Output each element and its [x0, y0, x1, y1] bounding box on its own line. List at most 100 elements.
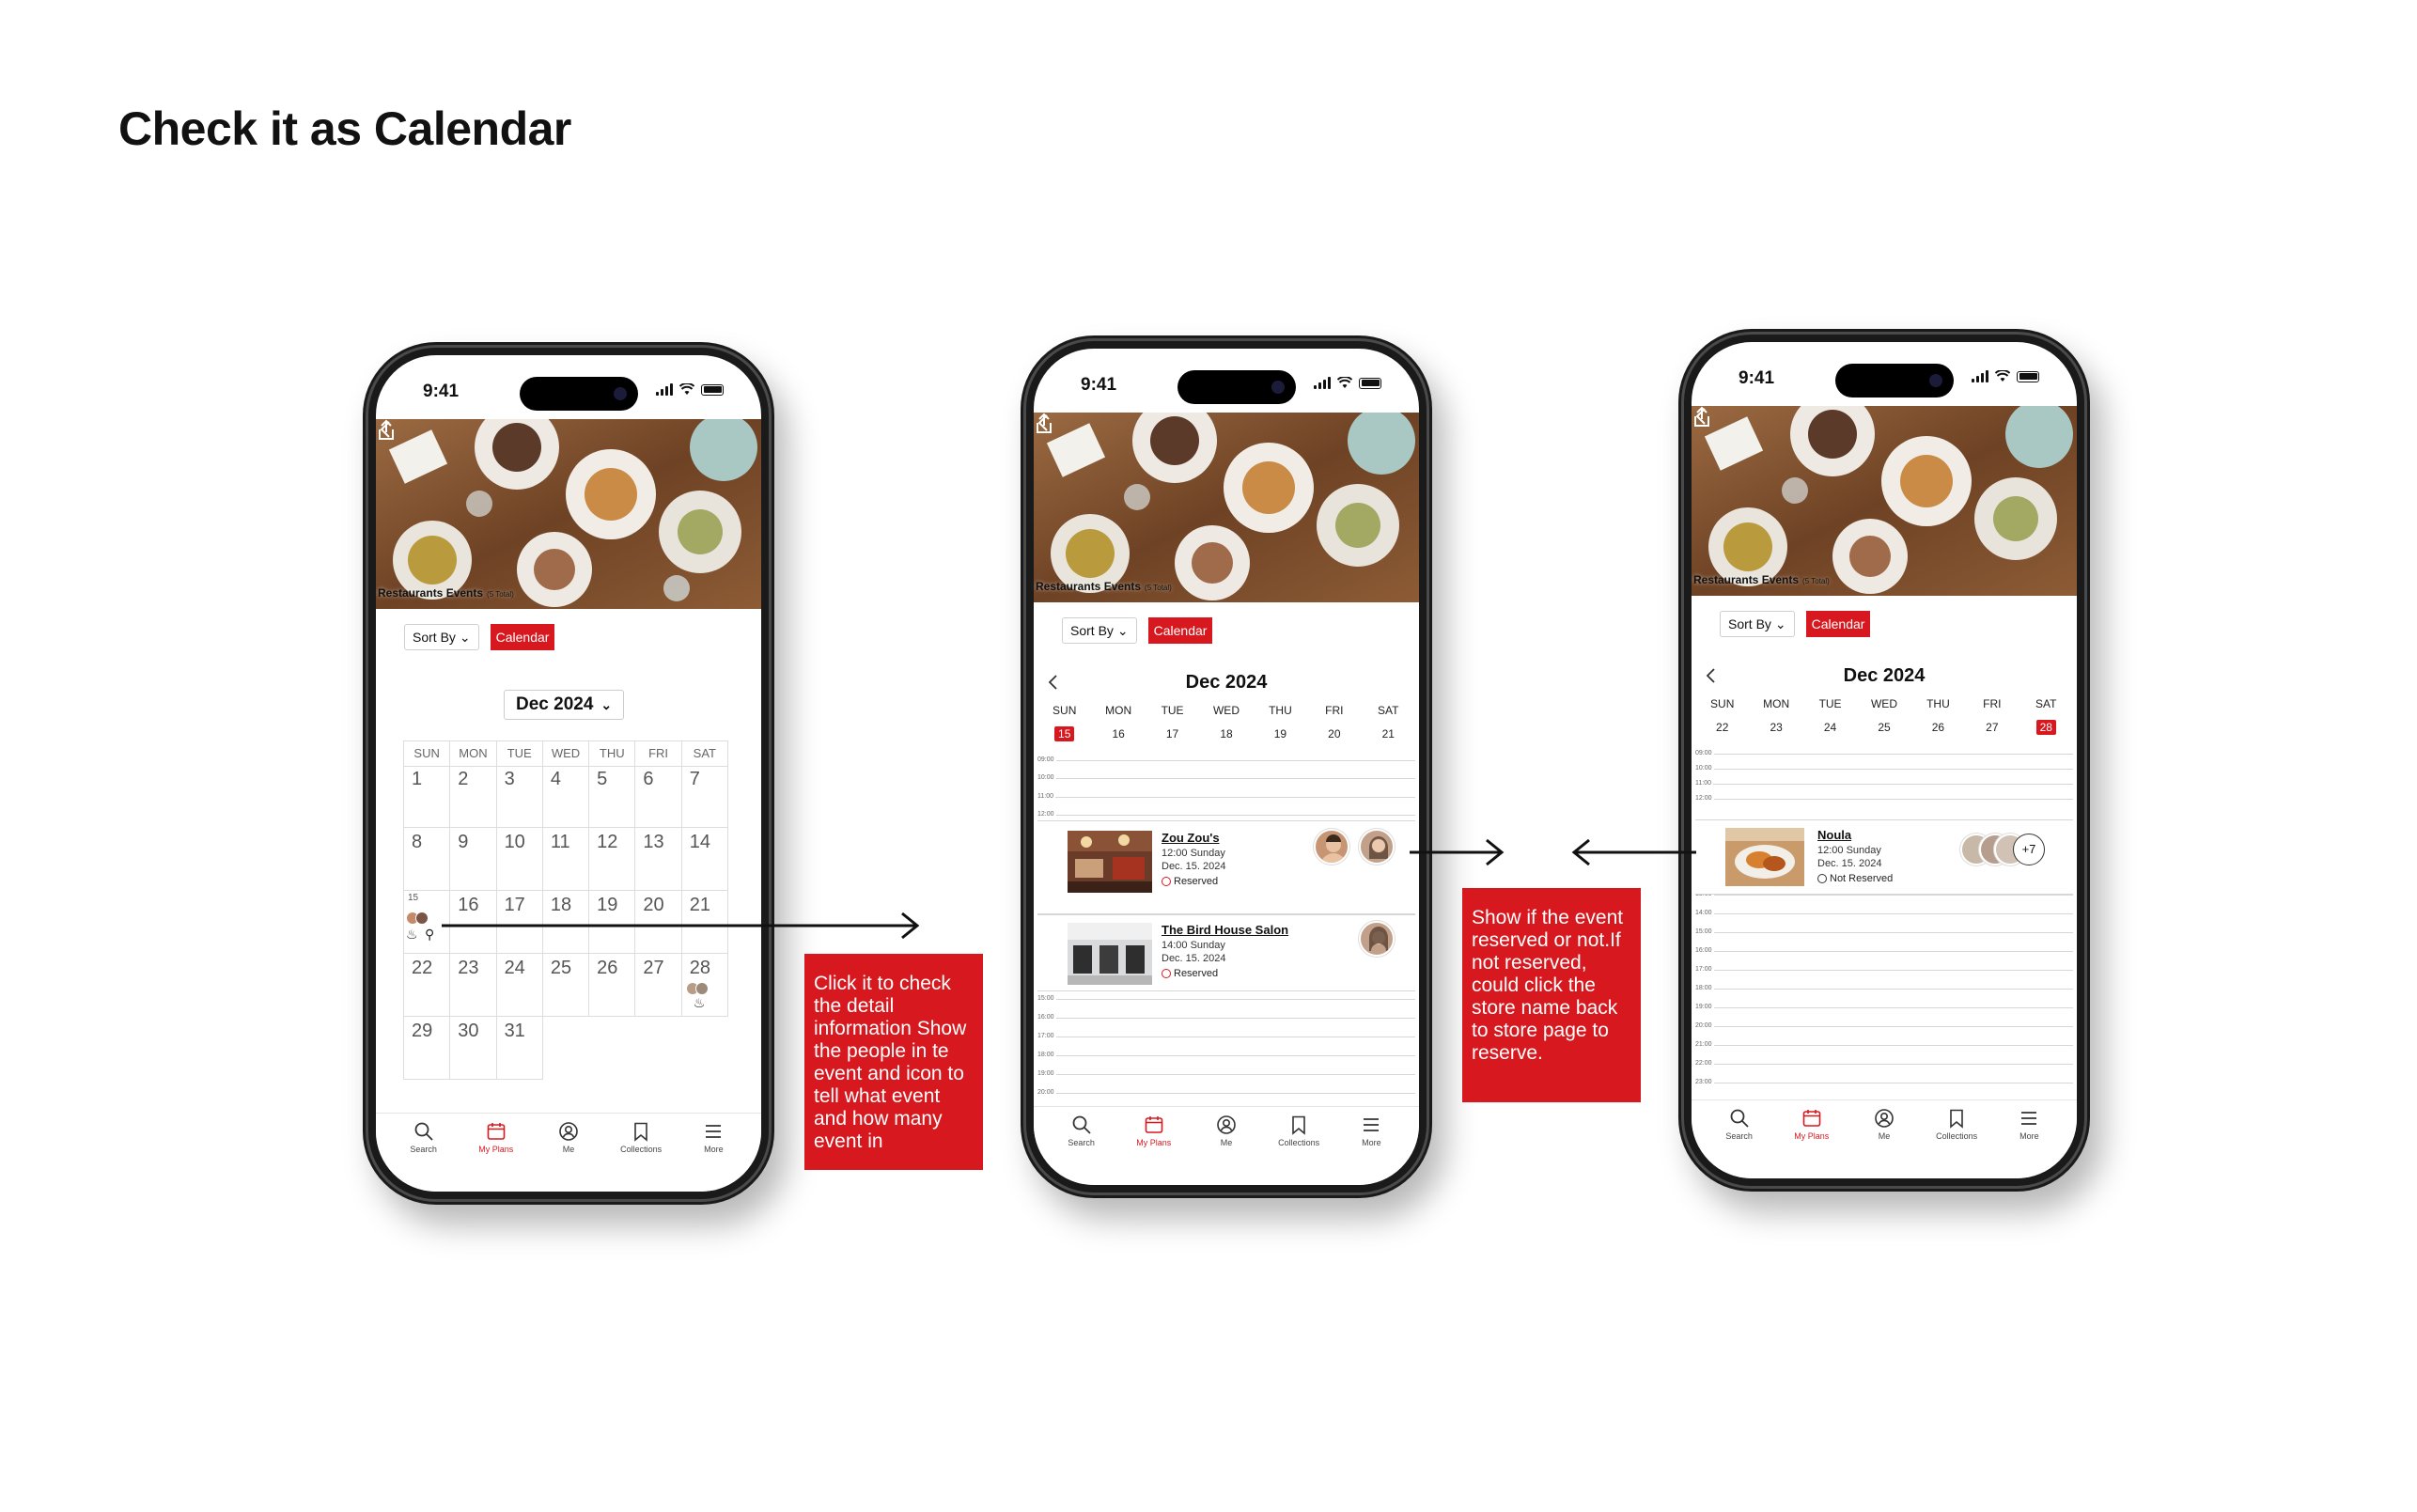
- day-cell[interactable]: 8: [404, 828, 451, 891]
- day-cell[interactable]: 11: [542, 828, 590, 891]
- date-cell[interactable]: 28: [2019, 720, 2073, 735]
- date-cell[interactable]: 24: [1803, 721, 1857, 734]
- event-time: 12:00 Sunday: [1817, 845, 1881, 856]
- date-cell[interactable]: 15: [1037, 726, 1091, 741]
- day-cell[interactable]: 1: [404, 765, 451, 828]
- tab-my-plans[interactable]: My Plans: [1126, 1115, 1182, 1185]
- day-cell[interactable]: 19: [589, 891, 636, 954]
- sort-by-button[interactable]: Sort By ⌄: [1062, 617, 1137, 644]
- calendar-button[interactable]: Calendar: [1805, 611, 1871, 637]
- day-cell[interactable]: 26: [589, 954, 636, 1017]
- tab-search[interactable]: Search: [1711, 1108, 1768, 1178]
- tab-label: Search: [410, 1145, 437, 1154]
- day-cell[interactable]: 29: [404, 1017, 451, 1080]
- day-cell[interactable]: 17: [496, 891, 543, 954]
- date-cell[interactable]: 16: [1091, 727, 1145, 740]
- tab-label: Me: [1220, 1138, 1233, 1147]
- day-cell[interactable]: 2: [450, 765, 497, 828]
- more-attendees-badge[interactable]: +7: [2013, 834, 2045, 865]
- event-card[interactable]: Zou Zou's 12:00 Sunday Dec. 15. 2024 Res…: [1037, 820, 1415, 914]
- day-cell[interactable]: 20: [635, 891, 682, 954]
- day-cell[interactable]: 22: [404, 954, 451, 1017]
- event-name[interactable]: The Bird House Salon: [1162, 923, 1288, 937]
- day-cell[interactable]: 7: [681, 765, 728, 828]
- month-select[interactable]: Dec 2024 ⌄: [504, 690, 625, 720]
- tab-collections[interactable]: Collections: [613, 1121, 669, 1192]
- day-cell-with-events[interactable]: 15 ♨ ⚲: [404, 891, 451, 954]
- event-card[interactable]: The Bird House Salon 14:00 Sunday Dec. 1…: [1037, 914, 1415, 991]
- date-cell[interactable]: 25: [1857, 721, 1910, 734]
- hour-label: 10:00: [1695, 765, 1714, 772]
- event-name[interactable]: Noula: [1817, 828, 1851, 842]
- day-cell[interactable]: 3: [496, 765, 543, 828]
- hour-label: 16:00: [1695, 947, 1714, 954]
- date-cell[interactable]: 23: [1749, 721, 1802, 734]
- tab-label: Me: [562, 1145, 575, 1154]
- day-cell-with-events[interactable]: 28 ♨: [681, 954, 728, 1017]
- day-cell[interactable]: 4: [542, 765, 590, 828]
- weekday: SAT: [681, 741, 728, 767]
- tab-my-plans[interactable]: My Plans: [1784, 1108, 1840, 1178]
- hour-line: 17:00: [1695, 966, 2073, 973]
- date-cell[interactable]: 17: [1146, 727, 1199, 740]
- design-board: Check it as Calendar 9:41 Restaurants Ev…: [0, 0, 2417, 1512]
- day-cell[interactable]: 9: [450, 828, 497, 891]
- date-cell[interactable]: 18: [1199, 727, 1253, 740]
- date-cell[interactable]: 27: [1965, 721, 2019, 734]
- date-cell[interactable]: 22: [1695, 721, 1749, 734]
- calendar-button[interactable]: Calendar: [1147, 617, 1213, 644]
- calendar-button[interactable]: Calendar: [490, 624, 555, 650]
- hour-line: 12:00: [1695, 795, 2073, 802]
- week-row: 15 ♨ ⚲ 16 17 18 19 20 21: [403, 891, 728, 954]
- share-icon[interactable]: [376, 419, 397, 442]
- hour-label: 21:00: [1695, 1041, 1714, 1048]
- event-name[interactable]: Zou Zou's: [1162, 831, 1220, 845]
- date-cell[interactable]: 26: [1911, 721, 1965, 734]
- date-cell[interactable]: 20: [1307, 727, 1361, 740]
- hour-line: 22:00: [1695, 1060, 2073, 1067]
- day-cell[interactable]: 27: [635, 954, 682, 1017]
- day-cell[interactable]: 10: [496, 828, 543, 891]
- day-cell[interactable]: 12: [589, 828, 636, 891]
- tab-more[interactable]: More: [685, 1121, 741, 1192]
- day-cell[interactable]: 5: [589, 765, 636, 828]
- share-icon[interactable]: [1692, 406, 1712, 429]
- search-icon: [414, 1122, 433, 1141]
- tab-me[interactable]: Me: [1198, 1115, 1255, 1185]
- status-time: 9:41: [1739, 368, 1775, 388]
- tab-collections[interactable]: Collections: [1271, 1115, 1327, 1185]
- hour-line: 13:00: [1695, 891, 2073, 897]
- tab-more[interactable]: More: [2001, 1108, 2057, 1178]
- tab-collections[interactable]: Collections: [1928, 1108, 1985, 1178]
- day-cell[interactable]: 31: [496, 1017, 543, 1080]
- day-cell[interactable]: 21: [681, 891, 728, 954]
- bookmark-icon: [1950, 1109, 1963, 1129]
- day-cell[interactable]: 13: [635, 828, 682, 891]
- hero-count: (5 Total): [487, 590, 514, 599]
- tab-me[interactable]: Me: [540, 1121, 597, 1192]
- food-icon: ♨: [693, 995, 706, 1010]
- day-cell[interactable]: 30: [450, 1017, 497, 1080]
- date-cell[interactable]: 19: [1254, 727, 1307, 740]
- tab-search[interactable]: Search: [396, 1121, 452, 1192]
- tab-search[interactable]: Search: [1053, 1115, 1110, 1185]
- sort-by-button[interactable]: Sort By ⌄: [1720, 611, 1795, 637]
- event-card[interactable]: Noula 12:00 Sunday Dec. 15. 2024 Not Res…: [1695, 819, 2073, 895]
- tab-me[interactable]: Me: [1856, 1108, 1912, 1178]
- day-cell[interactable]: 18: [542, 891, 590, 954]
- day-cell[interactable]: 24: [496, 954, 543, 1017]
- tab-bar: Search My Plans Me Collections More: [376, 1113, 761, 1192]
- date-cell[interactable]: 21: [1362, 727, 1415, 740]
- battery-icon: [1359, 377, 1381, 389]
- day-cell[interactable]: 16: [450, 891, 497, 954]
- tab-my-plans[interactable]: My Plans: [468, 1121, 524, 1192]
- day-cell[interactable]: 14: [681, 828, 728, 891]
- hero-image: Restaurants Events (5 Total): [1692, 406, 2077, 596]
- day-cell[interactable]: 25: [542, 954, 590, 1017]
- day-cell[interactable]: 23: [450, 954, 497, 1017]
- day-cell[interactable]: 6: [635, 765, 682, 828]
- weekday: WED: [1870, 697, 1897, 710]
- sort-by-button[interactable]: Sort By ⌄: [404, 624, 479, 650]
- share-icon[interactable]: [1034, 413, 1054, 435]
- tab-more[interactable]: More: [1343, 1115, 1399, 1185]
